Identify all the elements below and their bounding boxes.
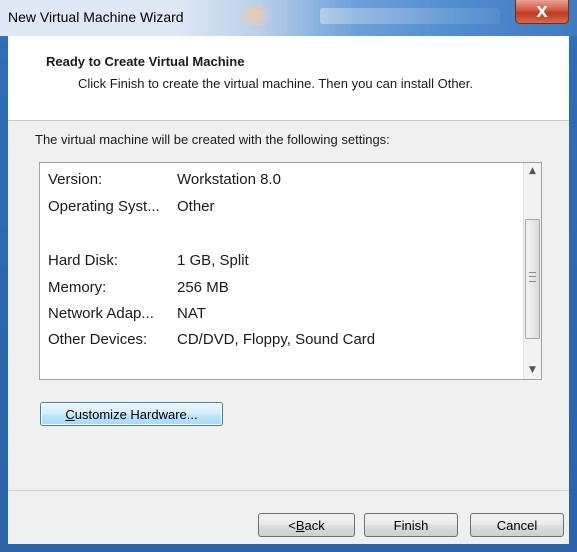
settings-intro-text: The virtual machine will be created with… <box>35 132 390 147</box>
close-icon: X <box>536 2 548 21</box>
setting-key: Operating Syst... <box>48 198 160 215</box>
setting-value: 256 MB <box>177 279 229 296</box>
settings-row <box>40 225 520 251</box>
settings-row: Version: Workstation 8.0 <box>40 171 520 197</box>
settings-listbox[interactable]: Version: Workstation 8.0 Operating Syst.… <box>39 162 542 380</box>
setting-value: Other <box>177 198 215 215</box>
close-button[interactable]: X <box>515 0 569 24</box>
settings-row: Other Devices: CD/DVD, Floppy, Sound Car… <box>40 331 520 357</box>
settings-row: Hard Disk: 1 GB, Split <box>40 252 520 278</box>
title-glow-decoration <box>235 4 275 26</box>
setting-key: Memory: <box>48 279 107 296</box>
setting-value: Workstation 8.0 <box>177 171 281 188</box>
setting-key: Network Adap... <box>48 305 154 322</box>
back-label: ack <box>304 517 325 533</box>
settings-row: Network Adap... NAT <box>40 305 520 331</box>
footer-separator <box>8 490 569 491</box>
vertical-scrollbar[interactable]: ▲ ▼ <box>523 163 541 379</box>
setting-value: CD/DVD, Floppy, Sound Card <box>177 331 376 348</box>
settings-row: Memory: 256 MB <box>40 279 520 305</box>
finish-label: Finish <box>393 517 429 533</box>
setting-value: NAT <box>177 305 206 322</box>
settings-row: Operating Syst... Other <box>40 198 520 224</box>
wizard-window: New Virtual Machine Wizard X Ready to Cr… <box>0 0 577 552</box>
wizard-header: Ready to Create Virtual Machine Click Fi… <box>8 36 569 121</box>
window-title: New Virtual Machine Wizard <box>8 9 184 25</box>
scroll-down-icon[interactable]: ▼ <box>524 362 541 379</box>
page-subtitle: Click Finish to create the virtual machi… <box>78 76 474 91</box>
title-bar[interactable]: New Virtual Machine Wizard X <box>0 0 577 36</box>
setting-value: 1 GB, Split <box>177 252 249 269</box>
cancel-button[interactable]: Cancel <box>470 513 564 537</box>
customize-hardware-button[interactable]: Customize Hardware... <box>40 402 223 426</box>
page-title: Ready to Create Virtual Machine <box>46 54 245 69</box>
finish-button[interactable]: Finish <box>364 513 458 537</box>
setting-key: Version: <box>48 171 103 188</box>
scroll-up-icon[interactable]: ▲ <box>524 163 541 180</box>
setting-key: Hard Disk: <box>48 252 119 269</box>
back-prefix: < <box>288 517 296 533</box>
background-window-ghost <box>320 8 500 24</box>
back-accel: B <box>295 517 305 533</box>
customize-label: ustomize Hardware... <box>74 406 198 422</box>
back-button[interactable]: < Back <box>258 513 355 537</box>
customize-accel: C <box>65 406 75 422</box>
grip-icon <box>529 272 536 282</box>
wizard-client-area: Ready to Create Virtual Machine Click Fi… <box>8 36 569 544</box>
scrollbar-thumb[interactable] <box>525 219 540 339</box>
setting-key: Other Devices: <box>48 331 148 348</box>
cancel-label: Cancel <box>496 517 538 533</box>
